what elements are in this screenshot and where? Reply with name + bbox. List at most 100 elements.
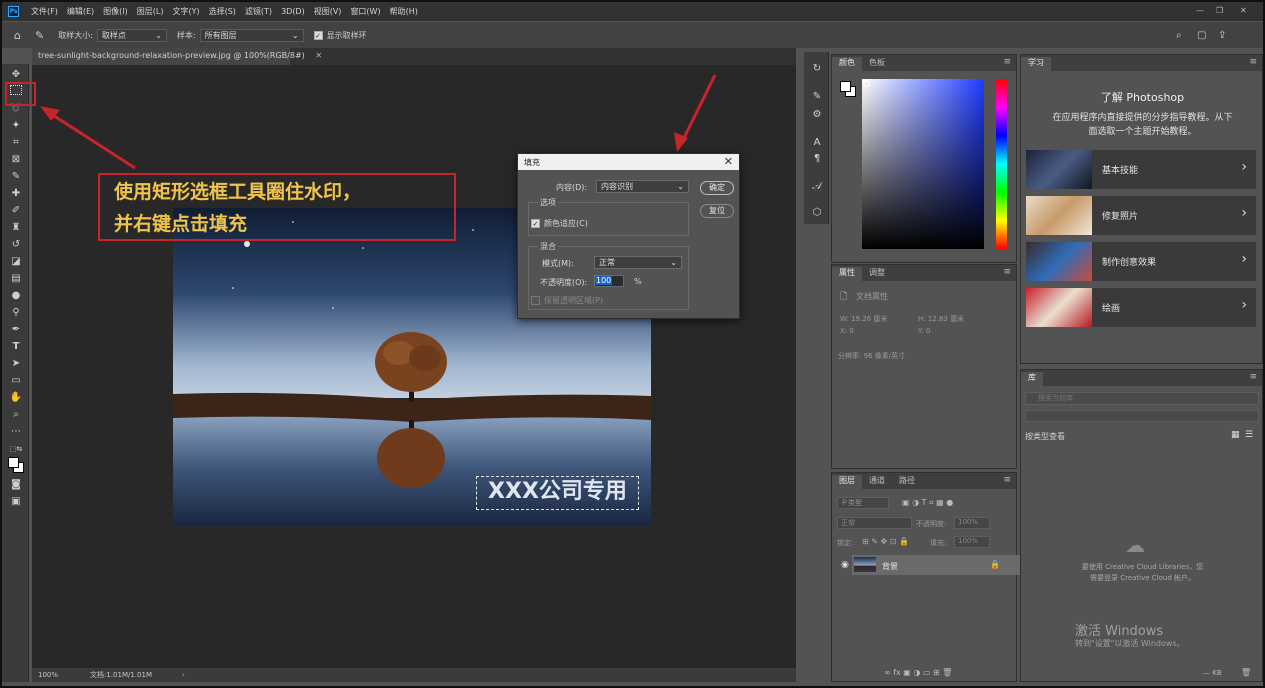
card-label: 基本技能	[1102, 166, 1139, 176]
opacity-input[interactable]: 100	[594, 275, 624, 287]
opacity-unit: %	[634, 277, 642, 286]
tab-swatches[interactable]: 色板	[862, 57, 892, 71]
card-thumbnail	[1026, 242, 1092, 281]
learn-card-painting[interactable]: 绘画 ›	[1026, 288, 1256, 327]
layer-thumbnail	[854, 557, 876, 572]
layer-filter-icons[interactable]: ▣ ◑ T ⌗ ▦ ●	[902, 498, 953, 508]
color-panel: 颜色 色板 ≡	[831, 54, 1017, 263]
mode-select[interactable]: 正常 ⌄	[594, 256, 682, 269]
hue-slider[interactable]	[996, 79, 1007, 249]
foreground-color-swatch[interactable]	[8, 457, 19, 468]
doc-props-label: 文档属性	[856, 292, 888, 301]
learn-card-creative-effects[interactable]: 制作创意效果 ›	[1026, 242, 1256, 281]
panel-menu-icon[interactable]: ≡	[1003, 267, 1011, 277]
ok-button[interactable]: 确定	[700, 181, 734, 195]
libraries-panel: 库 ≡ 搜索当前库 按类型查看 ▦ ☰ ☁ 要使用 Creative Cloud…	[1020, 369, 1263, 682]
preserve-transparency-checkbox[interactable]	[531, 296, 540, 305]
library-select[interactable]	[1025, 410, 1259, 422]
color-panel-tabs: 颜色 色板 ≡	[832, 55, 1016, 71]
panel-menu-icon[interactable]: ≡	[1003, 57, 1011, 67]
learn-heading: 了解 Photoshop	[1100, 91, 1185, 104]
learn-card-basic-skills[interactable]: 基本技能 ›	[1026, 150, 1256, 189]
panel-menu-icon[interactable]: ≡	[1249, 57, 1257, 67]
layer-filter-select[interactable]: Ｐ类型	[837, 497, 889, 509]
chevron-right-icon: ›	[1241, 159, 1247, 175]
collapsed-panels-strip: ↻ ✎ ⚙ A ¶ 𝒜 ⬡	[804, 52, 829, 224]
activate-windows-desc: 转到"设置"以激活 Windows。	[1075, 639, 1185, 648]
dialog-close-icon[interactable]: ✕	[724, 155, 733, 168]
glyphs-panel-icon[interactable]: 𝒜	[810, 180, 824, 194]
mode-label: 模式(M):	[542, 259, 574, 268]
search-placeholder: 搜索当前库	[1038, 394, 1073, 402]
height-value: H: 12.83 厘米	[918, 315, 965, 323]
panel-menu-icon[interactable]: ≡	[1003, 475, 1011, 485]
layers-panel: 图层 通道 路径 ≡ Ｐ类型 ▣ ◑ T ⌗ ▦ ● 正常 不透明度: 100%…	[831, 472, 1022, 682]
chevron-right-icon: ›	[1241, 251, 1247, 267]
learn-panel: 学习 ≡ 了解 Photoshop 在应用程序内直接提供的分步指导教程。从下 面…	[1020, 54, 1263, 364]
blend-group-label: 混合	[538, 241, 558, 252]
learn-tabs: 学习 ≡	[1021, 55, 1262, 71]
card-label: 制作创意效果	[1102, 258, 1157, 268]
properties-panel: 属性 调整 ≡ 🗋 文档属性 W: 19.26 厘米 H: 12.83 厘米 X…	[831, 264, 1017, 469]
library-size: — KB	[1203, 669, 1222, 677]
layers-tabs: 图层 通道 路径 ≡	[832, 473, 1016, 489]
resolution-value: 分辨率: 96 像素/英寸	[838, 352, 906, 360]
fill-dialog: 填充 ✕ 内容(D): 内容识别 ⌄ 确定 复位 选项 ✓ 颜色适应(C) 混合 …	[517, 153, 740, 319]
adjustments-icon[interactable]: ⚙	[810, 108, 824, 122]
paragraph-panel-icon[interactable]: ¶	[810, 152, 824, 166]
chevron-down-icon: ⌄	[677, 182, 684, 191]
preserve-transparency-label: 保留透明区域(P)	[544, 296, 604, 305]
3d-panel-icon[interactable]: ⬡	[810, 206, 824, 220]
learn-card-fix-photos[interactable]: 修复照片 ›	[1026, 196, 1256, 235]
color-picker-marker	[863, 80, 870, 87]
panel-menu-icon[interactable]: ≡	[1249, 372, 1257, 382]
chevron-right-icon: ›	[1241, 205, 1247, 221]
layer-opacity-input[interactable]: 100%	[954, 517, 990, 529]
library-trash-icon[interactable]: 🗑	[1241, 668, 1251, 677]
lock-icons[interactable]: ⊞ ✎ ✥ ⊡ 🔒	[862, 537, 909, 546]
y-value: Y: 0	[918, 327, 931, 335]
library-search-input[interactable]: 搜索当前库	[1025, 392, 1259, 405]
tab-channels[interactable]: 通道	[862, 475, 892, 489]
tab-libraries[interactable]: 库	[1021, 372, 1043, 386]
history-panel-icon[interactable]: ↻	[810, 62, 824, 76]
contents-select[interactable]: 内容识别 ⌄	[596, 180, 689, 193]
layer-row-background[interactable]: 背景 🔒	[852, 555, 1022, 575]
creative-cloud-icon: ☁	[1125, 533, 1145, 557]
layer-actions-icons[interactable]: ∞ fx ▣ ◑ ▭ ⊞ 🗑	[884, 668, 952, 677]
reset-button[interactable]: 复位	[700, 204, 734, 218]
layer-fill-input[interactable]: 100%	[954, 536, 990, 548]
fill-label: 填充:	[930, 539, 947, 547]
brush-settings-icon[interactable]: ✎	[810, 90, 824, 104]
tab-properties[interactable]: 属性	[832, 267, 862, 281]
learn-desc-line1: 在应用程序内直接提供的分步指导教程。从下	[1052, 113, 1233, 123]
lock-label: 锁定:	[837, 539, 854, 547]
character-panel-icon[interactable]: A	[810, 136, 824, 150]
layer-opacity-label: 不透明度:	[916, 520, 947, 528]
grid-view-icon[interactable]: ▦	[1231, 430, 1240, 440]
view-by-type[interactable]: 按类型查看	[1025, 431, 1065, 442]
color-field[interactable]	[862, 79, 984, 249]
card-label: 绘画	[1102, 304, 1121, 314]
activate-windows-title: 激活 Windows	[1075, 624, 1164, 639]
layer-lock-icon: 🔒	[990, 560, 1000, 569]
dialog-title: 填充	[524, 158, 540, 167]
contents-label: 内容(D):	[556, 183, 588, 192]
width-value: W: 19.26 厘米	[840, 315, 888, 323]
card-thumbnail	[1026, 288, 1092, 327]
list-view-icon[interactable]: ☰	[1245, 430, 1253, 440]
layer-name[interactable]: 背景	[882, 561, 898, 572]
tab-learn[interactable]: 学习	[1021, 57, 1051, 71]
card-label: 修复照片	[1102, 212, 1139, 222]
tab-color[interactable]: 颜色	[832, 57, 862, 71]
blend-mode-select[interactable]: 正常	[837, 517, 912, 529]
layer-visibility-eye-icon[interactable]: ◉	[841, 560, 849, 570]
tab-adjustments[interactable]: 调整	[862, 267, 892, 281]
learn-desc-line2: 面选取一个主题开始教程。	[1088, 127, 1197, 137]
chevron-right-icon: ›	[1241, 297, 1247, 313]
color-adapt-checkbox[interactable]: ✓	[531, 219, 540, 228]
tab-paths[interactable]: 路径	[892, 475, 922, 489]
color-fg-swatch[interactable]	[840, 81, 851, 92]
tab-layers[interactable]: 图层	[832, 475, 862, 489]
instruction-callout: 使用矩形选框工具圈住水印， 并右键点击填充	[98, 173, 456, 241]
